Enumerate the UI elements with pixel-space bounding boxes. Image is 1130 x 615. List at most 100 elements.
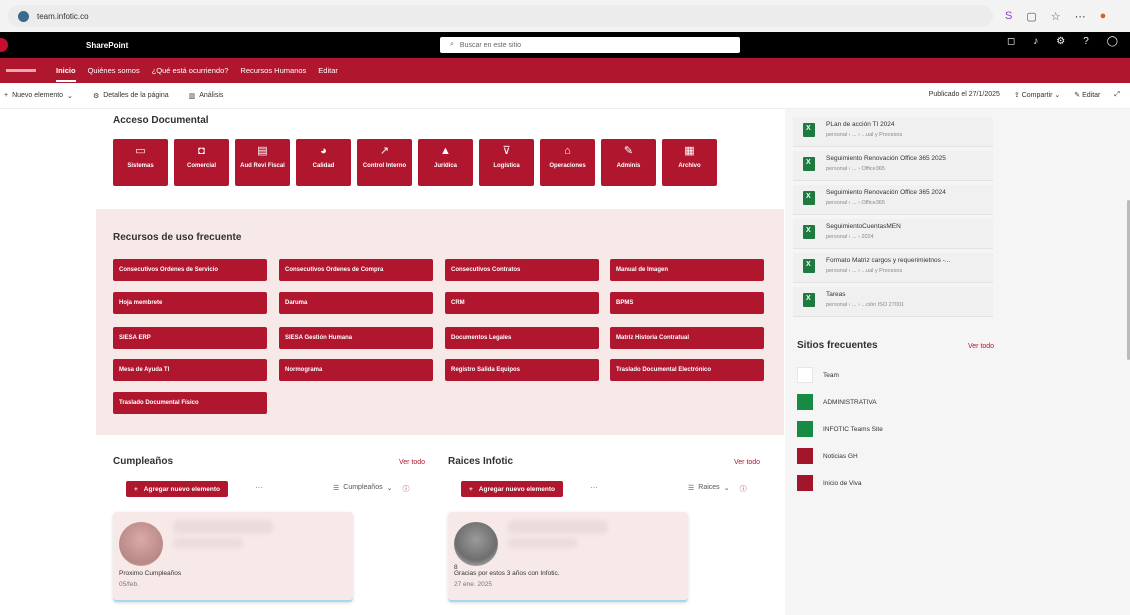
recent-document-item[interactable]: Seguimiento Renovación Office 365 2025 pe… [793,151,993,181]
edit-button[interactable]: ✎ Editar [1074,91,1100,99]
recent-document-item[interactable]: Tareas personal › ... › ...ción ISO 27001 [793,287,993,317]
plus-icon: + [469,485,473,493]
document-title: Seguimiento Renovación Office 365 2024 [826,189,946,196]
address-bar[interactable]: team.infotic.co [8,5,993,27]
cumpleanos-view-filter[interactable]: ☰ Cumpleaños ⌄ ⓘ [333,484,409,494]
chat-icon[interactable]: ◻ [1007,36,1015,47]
tab-icon[interactable]: ▢ [1026,10,1036,23]
analytics-button[interactable]: ▥ Análisis [189,92,224,100]
right-panel: PLan de acción TI 2024 personal › ... › .… [785,109,1130,615]
share-button[interactable]: ⇪ Compartir ⌄ [1014,91,1060,99]
frequent-site-item[interactable]: Team [797,367,839,383]
raices-ver-todo-link[interactable]: Ver todo [734,459,760,466]
recurso-button[interactable]: Matriz Historia Contratual [610,327,764,349]
tile-label: Aud Revi Fiscal [240,163,285,169]
recurso-button[interactable]: Documentos Legales [445,327,599,349]
command-bar: + Nuevo elemento ⌄ ⚙ Detalles de la pági… [0,83,1130,109]
acceso-tile-adminis[interactable]: ✎ Adminis [601,139,656,186]
cumpleanos-card[interactable]: Proximo Cumpleaños 05/feb. [113,512,353,602]
recurso-button[interactable]: Traslado Documental Físico [113,392,267,414]
settings-icon[interactable]: ⚙ [1056,36,1065,47]
nav-item-editar[interactable]: Editar [318,66,338,75]
info-icon[interactable]: ⓘ [402,484,409,494]
recurso-button[interactable]: BPMS [610,292,764,314]
recurso-button[interactable]: Hoja membrete [113,292,267,314]
recurso-button[interactable]: CRM [445,292,599,314]
acceso-tile-comercial[interactable]: ◘ Comercial [174,139,229,186]
frequent-site-item[interactable]: ADMINISTRATIVA [797,394,877,410]
site-label: INFOTIC Teams Site [823,425,883,433]
frequent-site-item[interactable]: Inicio de Viva [797,475,862,491]
account-icon[interactable]: ◯ [1107,36,1118,47]
app-launcher-icon[interactable] [0,38,8,52]
document-path: personal › ... › ...ción ISO 27001 [826,302,904,308]
recurso-button[interactable]: SIESA ERP [113,327,267,349]
cumpleanos-add-button[interactable]: + Agregar nuevo elemento [126,481,229,497]
recurso-button[interactable]: Mesa de Ayuda TI [113,359,267,381]
frequent-site-item[interactable]: Noticias GH [797,448,858,464]
acceso-tile-jur-dica[interactable]: ▲ Jurídica [418,139,473,186]
acceso-tile-log-stica[interactable]: ⊽ Logística [479,139,534,186]
tile-label: Comercial [186,163,216,169]
new-item-button[interactable]: + Nuevo elemento ⌄ [4,92,73,100]
frequent-site-item[interactable]: INFOTIC Teams Site [797,421,883,437]
recurso-button[interactable]: Daruma [279,292,433,314]
nav-item-recursos-humanos[interactable]: Recursos Humanos [240,66,306,75]
raices-card[interactable]: 8 Gracias por estos 3 años con Infotic. … [448,512,688,602]
recent-document-item[interactable]: SeguimientoCuentasMEN personal › ... › 20… [793,219,993,249]
copilot-icon[interactable]: ● [1100,10,1107,22]
search-box[interactable]: ⌕ Buscar en este sitio [440,37,740,53]
tile-label: Jurídica [433,163,457,169]
raices-add-button[interactable]: + Agregar nuevo elemento [461,481,564,497]
recurso-button[interactable]: Registro Salida Equipos [445,359,599,381]
document-icon: ▤ [257,145,268,157]
acceso-tile-calidad[interactable]: ◕ Calidad [296,139,351,186]
site-label: ADMINISTRATIVA [823,398,877,406]
blurred-name [508,520,608,534]
extension-icon[interactable]: S [1005,10,1012,22]
building-icon: ⌂ [564,145,571,157]
filter-icon: ⊽ [502,145,511,157]
more-icon[interactable]: ⋯ [1075,10,1086,23]
acceso-tile-aud-revi-fiscal[interactable]: ▤ Aud Revi Fiscal [235,139,290,186]
nav-item-quienes-somos[interactable]: Quiénes somos [88,66,140,75]
site-logo[interactable] [6,69,36,72]
plus-icon: + [134,485,138,493]
acceso-tile-sistemas[interactable]: ▭ Sistemas [113,139,168,186]
page-details-button[interactable]: ⚙ Detalles de la página [93,92,169,100]
document-path: personal › ... › Office365 [826,200,885,206]
cumpleanos-ver-todo-link[interactable]: Ver todo [399,459,425,466]
recurso-button[interactable]: Manual de Imagen [610,259,764,281]
notifications-icon[interactable]: ♪ [1033,36,1038,47]
favorites-icon[interactable]: ☆ [1051,10,1061,23]
excel-icon [803,157,815,171]
recent-document-item[interactable]: Seguimiento Renovación Office 365 2024 pe… [793,185,993,215]
recurso-button[interactable]: Traslado Documental Electrónico [610,359,764,381]
raices-view-filter[interactable]: ☰ Raices ⌄ ⓘ [688,484,747,494]
acceso-tile-control-interno[interactable]: ↗ Control Interno [357,139,412,186]
site-info-icon[interactable] [18,10,29,22]
recurso-button[interactable]: Normograma [279,359,433,381]
expand-icon[interactable]: ⤢ [1114,91,1120,99]
sharepoint-brand[interactable]: SharePoint [86,41,128,50]
sitios-ver-todo-link[interactable]: Ver todo [968,343,994,350]
browser-toolbar: team.infotic.co S ▢ ☆ ⋯ ● [0,0,1130,32]
add-label: Agregar nuevo elemento [478,485,556,493]
recurso-button[interactable]: SIESA Gestión Humana [279,327,433,349]
recurso-button[interactable]: Consecutivos Contratos [445,259,599,281]
edit-label: Editar [1082,92,1101,99]
recurso-button[interactable]: Consecutivos Ordenes de Servicio [113,259,267,281]
acceso-tile-archivo[interactable]: ▦ Archivo [662,139,717,186]
recurso-button[interactable]: Consecutivos Ordenes de Compra [279,259,433,281]
page-details-label: Detalles de la página [103,92,169,99]
recent-document-item[interactable]: PLan de acción TI 2024 personal › ... › .… [793,117,993,147]
gear-icon: ⚙ [92,92,100,100]
more-options-icon[interactable]: ⋯ [255,483,263,492]
nav-item-que-esta-ocurriendo[interactable]: ¿Qué está ocurriendo? [152,66,229,75]
more-options-icon[interactable]: ⋯ [590,483,598,492]
info-icon[interactable]: ⓘ [740,484,747,494]
help-icon[interactable]: ? [1083,36,1089,47]
acceso-tile-operaciones[interactable]: ⌂ Operaciones [540,139,595,186]
recent-document-item[interactable]: Formato Matriz cargos y requerimietnos -… [793,253,993,283]
nav-item-inicio[interactable]: Inicio [56,66,76,82]
